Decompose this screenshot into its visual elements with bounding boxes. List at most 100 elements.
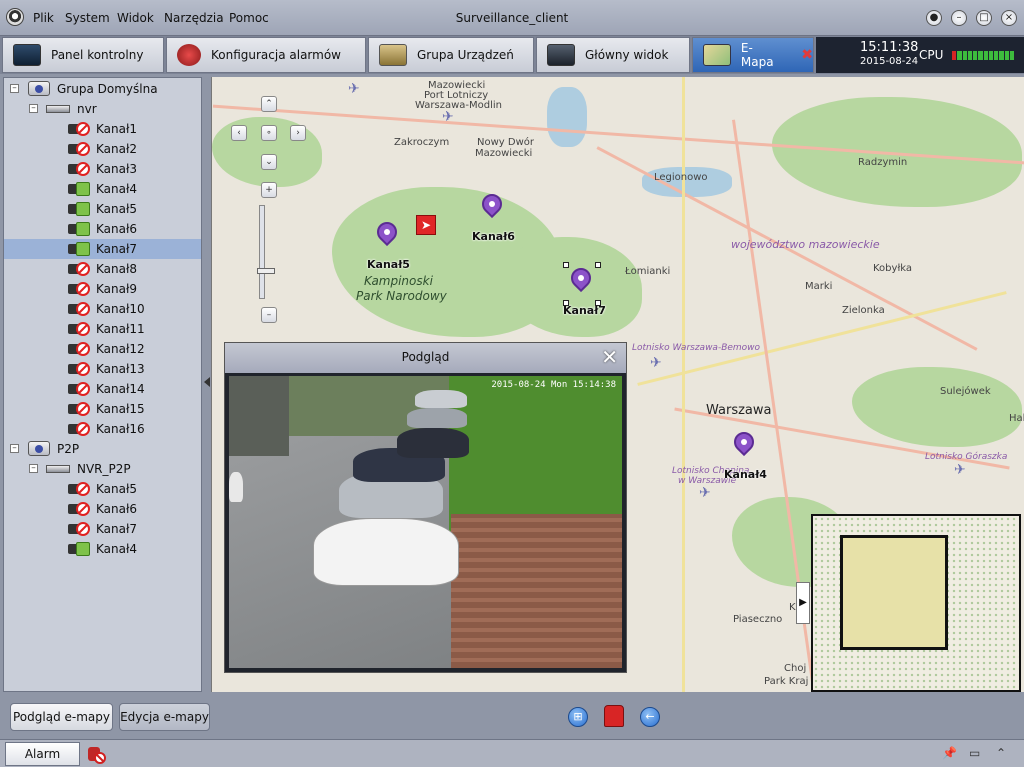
overview-minimap[interactable] [811,514,1021,692]
menu-widok[interactable]: Widok [117,11,154,25]
zoom-out-button[interactable]: – [261,307,277,323]
tree-channel-label: Kanał4 [96,542,138,556]
tree-device[interactable]: – nvr [4,99,201,119]
camera-offline-icon [76,122,90,136]
tree-device-label: NVR_P2P [77,462,131,476]
camera-marker-kanal6[interactable] [477,189,507,222]
tree-channel[interactable]: Kanał6 [4,219,201,239]
tab-glowny-widok[interactable]: Główny widok [536,37,690,73]
clock-cpu-panel: 15:11:38 2015-08-24 CPU [816,37,1024,73]
alarm-exit-icon[interactable]: ➤ [416,215,436,235]
panel-splitter[interactable] [203,77,211,692]
tree-channel[interactable]: Kanał3 [4,159,201,179]
collapse-up-icon[interactable]: ⌃ [996,746,1006,760]
tree-channel[interactable]: Kanał5 [4,199,201,219]
tree-channel[interactable]: Kanał15 [4,399,201,419]
menu-plik[interactable]: Plik [33,11,54,25]
preview-close-icon[interactable]: ✕ [601,347,618,367]
camera-offline-icon [76,302,90,316]
grid-layout-icon[interactable]: ⊞ [568,707,588,727]
place-label: Legionowo [654,172,708,183]
minimap-toggle-button[interactable]: ▶ [796,582,810,624]
tree-channel[interactable]: Kanał1 [4,119,201,139]
tree-channel[interactable]: Kanał7 [4,519,201,539]
preview-window[interactable]: Podgląd ✕ 2015-08-24 Mon 15:14:38 [224,342,627,673]
menu-pomoc[interactable]: Pomoc [229,11,269,25]
tree-channel[interactable]: Kanał14 [4,379,201,399]
tab-panel-kontrolny[interactable]: Panel kontrolny [2,37,164,73]
selection-handle[interactable] [595,300,601,306]
maximize-icon[interactable]: □ [976,10,992,26]
menu-system[interactable]: System [65,11,110,25]
preview-title: Podgląd [401,350,450,364]
tree-channel[interactable]: Kanał10 [4,299,201,319]
camera-marker-kanal7[interactable] [566,263,596,296]
pan-left-button[interactable]: ‹ [231,125,247,141]
pan-up-button[interactable]: ⌃ [261,96,277,112]
tree-channel[interactable]: Kanał12 [4,339,201,359]
alarm-clear-icon[interactable] [604,705,624,727]
tree-channel[interactable]: Kanał6 [4,499,201,519]
zoom-slider-track[interactable] [259,205,265,299]
collapse-left-icon[interactable] [204,377,210,387]
tree-channel[interactable]: Kanał11 [4,319,201,339]
tree-channel[interactable]: Kanał8 [4,259,201,279]
tab-close-icon[interactable]: ✖ [801,47,813,63]
camera-offline-icon [76,322,90,336]
zoom-slider-handle[interactable] [257,268,275,274]
collapse-toggle-icon[interactable]: – [10,444,19,453]
camera-offline-icon [76,502,90,516]
emap-edit-button[interactable]: Edycja e-mapy [119,703,210,731]
selection-handle[interactable] [563,300,569,306]
main-view-icon [547,44,575,66]
tree-channel-label: Kanał13 [96,362,145,376]
tab-grupa-urzadzen[interactable]: Grupa Urządzeń [368,37,534,73]
tree-channel[interactable]: Kanał9 [4,279,201,299]
pin-icon[interactable]: 📌 [942,746,957,760]
tree-channel[interactable]: Kanał16 [4,419,201,439]
forest-area [852,367,1022,447]
collapse-toggle-icon[interactable]: – [29,104,38,113]
selection-handle[interactable] [595,262,601,268]
place-label: Zakroczym [394,137,450,148]
tree-channel[interactable]: Kanał5 [4,479,201,499]
tree-channel[interactable]: Kanał13 [4,359,201,379]
minimap-viewport[interactable] [840,535,948,650]
park-label: Kampinoski [364,274,433,288]
tree-channel[interactable]: Kanał7 [4,239,201,259]
selection-handle[interactable] [563,262,569,268]
alarm-tab[interactable]: Alarm [5,742,80,766]
menu-narzedzia[interactable]: Narzędzia [164,11,224,25]
camera-marker-kanal5[interactable] [372,217,402,250]
lock-icon[interactable]: ● [926,10,942,26]
pan-center-button[interactable]: ∘ [261,125,277,141]
tree-channel[interactable]: Kanał4 [4,179,201,199]
camera-video-feed[interactable]: 2015-08-24 Mon 15:14:38 [229,376,622,668]
minimize-icon[interactable]: – [951,10,967,26]
tree-device[interactable]: – NVR_P2P [4,459,201,479]
pan-down-button[interactable]: ⌄ [261,154,277,170]
tab-konfiguracja-alarmow[interactable]: Konfiguracja alarmów [166,37,366,73]
close-icon[interactable]: × [1001,10,1017,26]
window-restore-icon[interactable]: ▭ [969,746,980,760]
tree-channel[interactable]: Kanał4 [4,539,201,559]
tab-label: E-Mapa [740,41,774,69]
tree-group[interactable]: – P2P [4,439,201,459]
preview-header[interactable]: Podgląd ✕ [225,343,626,373]
camera-marker-kanal4[interactable] [729,427,759,460]
camera-marker-label: Kanał5 [367,258,410,271]
tree-channel[interactable]: Kanał2 [4,139,201,159]
collapse-toggle-icon[interactable]: – [29,464,38,473]
tree-group[interactable]: – Grupa Domyślna [4,79,201,99]
collapse-toggle-icon[interactable]: – [10,84,19,93]
emap-icon [703,44,731,66]
camera-offline-icon [76,402,90,416]
pan-right-button[interactable]: › [290,125,306,141]
alarm-status-icon[interactable] [86,744,106,764]
zoom-in-button[interactable]: + [261,182,277,198]
back-arrow-icon[interactable]: ← [640,707,660,727]
road [682,77,685,692]
tab-e-mapa[interactable]: E-Mapa ✖ [692,37,814,73]
video-timestamp: 2015-08-24 Mon 15:14:38 [491,380,616,390]
emap-preview-button[interactable]: Podgląd e-mapy [10,703,113,731]
